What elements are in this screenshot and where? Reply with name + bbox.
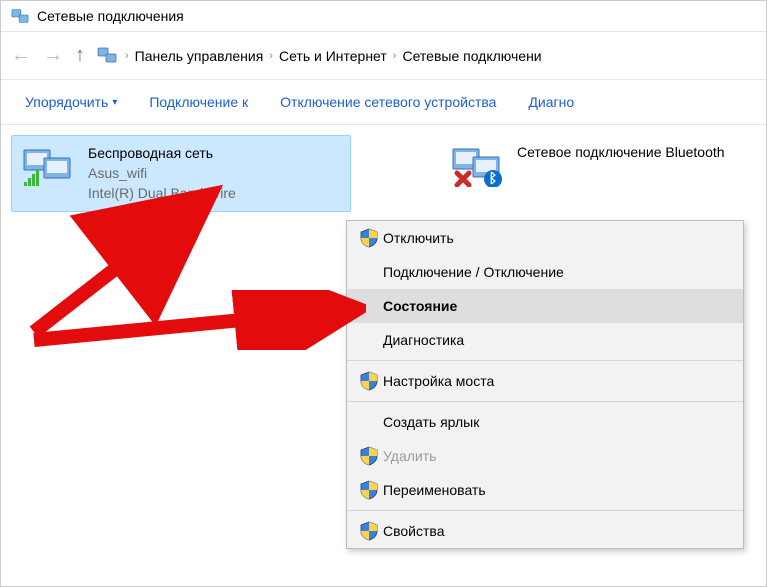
toolbar-connect[interactable]: Подключение к xyxy=(149,94,248,110)
context-menu: Отключить Подключение / Отключение Состо… xyxy=(346,220,744,549)
window: Сетевые подключения ← → ↑ › Панель управ… xyxy=(0,0,767,587)
crumb-control-panel[interactable]: Панель управления xyxy=(135,48,264,64)
window-title: Сетевые подключения xyxy=(37,8,184,24)
toolbar: Упорядочить ▾ Подключение к Отключение с… xyxy=(1,80,766,125)
menu-delete: Удалить xyxy=(347,439,743,473)
back-button: ← xyxy=(11,44,31,67)
shield-icon xyxy=(359,228,379,248)
connection-bt-text: Сетевое подключение Bluetooth xyxy=(517,143,725,161)
menu-shortcut[interactable]: Создать ярлык xyxy=(347,405,743,439)
shield-icon xyxy=(359,521,379,541)
shield-icon xyxy=(359,446,379,466)
menu-separator xyxy=(347,401,743,402)
menu-rename[interactable]: Переименовать xyxy=(347,473,743,507)
menu-bridge[interactable]: Настройка моста xyxy=(347,364,743,398)
toolbar-diagnostics[interactable]: Диагно xyxy=(528,94,574,110)
chevron-right-icon: › xyxy=(269,50,273,62)
titlebar: Сетевые подключения xyxy=(1,1,766,32)
shield-icon xyxy=(359,371,379,391)
menu-diagnostics[interactable]: Диагностика xyxy=(347,323,743,357)
shield-icon xyxy=(359,480,379,500)
menu-delete-label: Удалить xyxy=(383,448,436,464)
menu-properties-label: Свойства xyxy=(383,523,444,539)
network-icon xyxy=(11,7,29,25)
connection-bt-name: Сетевое подключение Bluetooth xyxy=(517,143,725,161)
nav-bar: ← → ↑ › Панель управления › Сеть и Интер… xyxy=(1,32,766,80)
connection-bluetooth[interactable]: Сетевое подключение Bluetooth xyxy=(441,135,741,195)
blank-icon xyxy=(359,412,379,432)
menu-disable-label: Отключить xyxy=(383,230,454,246)
menu-rename-label: Переименовать xyxy=(383,482,486,498)
menu-disable[interactable]: Отключить xyxy=(347,221,743,255)
menu-status-label: Состояние xyxy=(383,298,457,314)
menu-shortcut-label: Создать ярлык xyxy=(383,414,479,430)
toolbar-organize-label: Упорядочить xyxy=(25,94,108,110)
breadcrumb-icon[interactable] xyxy=(97,45,119,67)
connection-wifi-ssid: Asus_wifi xyxy=(88,164,236,182)
connection-wifi-name: Беспроводная сеть xyxy=(88,144,236,162)
menu-status[interactable]: Состояние xyxy=(347,289,743,323)
crumb-network-connections[interactable]: Сетевые подключени xyxy=(402,48,541,64)
toolbar-disable[interactable]: Отключение сетевого устройства xyxy=(280,94,496,110)
blank-icon xyxy=(359,262,379,282)
network-adapter-icon xyxy=(451,143,507,187)
forward-button: → xyxy=(43,44,63,67)
menu-separator xyxy=(347,510,743,511)
annotation-arrow xyxy=(26,290,366,350)
chevron-right-icon: › xyxy=(125,50,129,62)
blank-icon xyxy=(359,296,379,316)
crumb-network-internet[interactable]: Сеть и Интернет xyxy=(279,48,387,64)
chevron-down-icon: ▾ xyxy=(112,97,117,108)
menu-connect-label: Подключение / Отключение xyxy=(383,264,564,280)
network-adapter-icon xyxy=(22,144,78,188)
toolbar-organize[interactable]: Упорядочить ▾ xyxy=(25,94,117,110)
menu-connect-disconnect[interactable]: Подключение / Отключение xyxy=(347,255,743,289)
menu-diagnostics-label: Диагностика xyxy=(383,332,464,348)
blank-icon xyxy=(359,330,379,350)
breadcrumb: › Панель управления › Сеть и Интернет › … xyxy=(97,45,756,67)
connection-wifi-text: Беспроводная сеть Asus_wifi Intel(R) Dua… xyxy=(88,144,236,203)
chevron-right-icon: › xyxy=(393,50,397,62)
menu-separator xyxy=(347,360,743,361)
connection-wifi-adapter: Intel(R) Dual Band Wire xyxy=(88,184,236,202)
connection-wifi[interactable]: Беспроводная сеть Asus_wifi Intel(R) Dua… xyxy=(11,135,351,212)
content-area: Беспроводная сеть Asus_wifi Intel(R) Dua… xyxy=(1,125,766,222)
menu-properties[interactable]: Свойства xyxy=(347,514,743,548)
menu-bridge-label: Настройка моста xyxy=(383,373,494,389)
up-button[interactable]: ↑ xyxy=(75,44,85,67)
